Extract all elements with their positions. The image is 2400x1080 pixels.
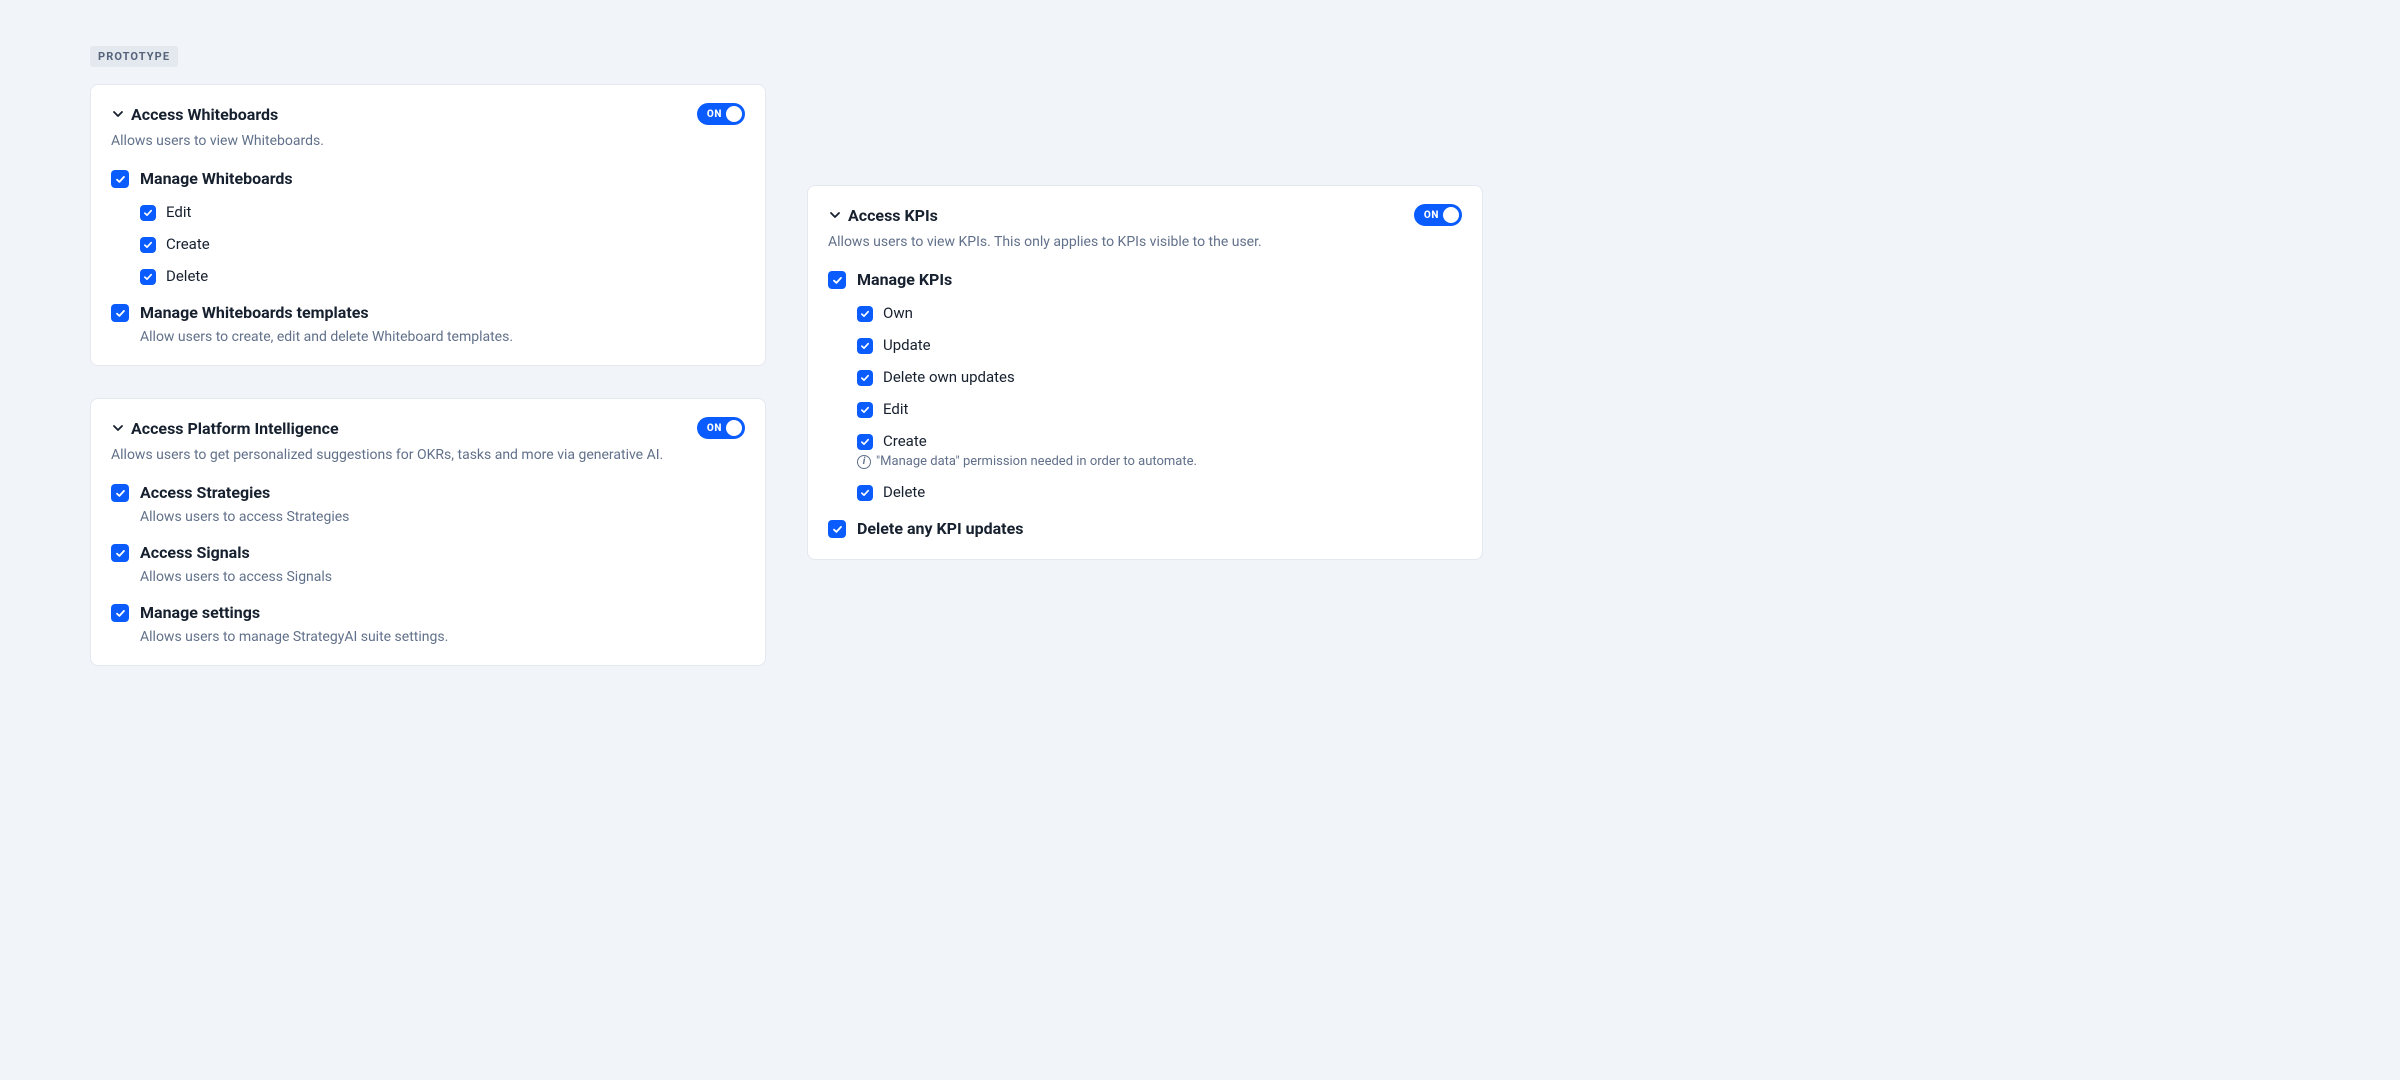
permission-manage-kpis: Manage KPIs Own Update Delete own update… [828,270,1462,501]
toggle-label: ON [707,109,722,120]
toggle-access-whiteboards[interactable]: ON [697,103,745,125]
checkbox[interactable] [857,370,873,386]
sub-permission-edit: Edit [140,203,745,221]
sub-permission-note: "Manage data" permission needed in order… [857,454,1197,469]
checkbox[interactable] [828,271,846,289]
toggle-label: ON [707,423,722,434]
permission-access-strategies: Access Strategies Allows users to access… [111,483,745,525]
checkbox[interactable] [857,402,873,418]
card-description: Allows users to get personalized suggest… [111,447,745,463]
checkbox[interactable] [857,306,873,322]
permission-access-signals: Access Signals Allows users to access Si… [111,543,745,585]
chevron-down-icon[interactable] [111,421,125,435]
sub-permission-update: Update [857,336,1462,354]
permission-body: Manage KPIs Own Update Delete own update… [857,270,1462,501]
permission-manage-whiteboard-templates: Manage Whiteboards templates Allow users… [111,303,745,345]
checkbox[interactable] [857,485,873,501]
toggle-access-kpis[interactable]: ON [1414,204,1462,226]
checkbox[interactable] [140,237,156,253]
card-header: Access Whiteboards ON [111,103,745,125]
permission-manage-whiteboards: Manage Whiteboards Edit Create Delete [111,169,745,285]
toggle-knob [726,420,742,436]
sub-permission-list: Own Update Delete own updates Edit [857,304,1462,501]
sub-permission-label: Edit [883,400,908,418]
checkbox[interactable] [140,269,156,285]
card-description: Allows users to view KPIs. This only app… [828,234,1462,250]
checkbox[interactable] [140,205,156,221]
permission-title: Access Strategies [140,483,745,503]
permission-title: Manage KPIs [857,270,1462,290]
permission-manage-settings: Manage settings Allows users to manage S… [111,603,745,645]
prototype-badge: PROTOTYPE [90,46,178,67]
card-title: Access KPIs [848,206,1408,225]
permission-description: Allows users to manage StrategyAI suite … [140,629,745,645]
permission-list: Manage KPIs Own Update Delete own update… [828,270,1462,539]
chevron-down-icon[interactable] [111,107,125,121]
permission-description: Allows users to access Strategies [140,509,745,525]
checkbox[interactable] [111,544,129,562]
permission-title: Manage settings [140,603,745,623]
toggle-access-platform-intelligence[interactable]: ON [697,417,745,439]
permission-body: Manage settings Allows users to manage S… [140,603,745,645]
checkbox[interactable] [111,484,129,502]
sub-permission-label: Delete own updates [883,368,1015,386]
chevron-down-icon[interactable] [828,208,842,222]
info-icon [857,455,871,469]
card-header: Access KPIs ON [828,204,1462,226]
permission-title: Manage Whiteboards templates [140,303,745,323]
sub-permission-note-text: "Manage data" permission needed in order… [876,454,1197,469]
card-title: Access Platform Intelligence [131,419,691,438]
sub-permission-label: Create [166,235,210,253]
permission-description: Allows users to access Signals [140,569,745,585]
sub-permission-delete: Delete [140,267,745,285]
permission-delete-any-kpi-updates: Delete any KPI updates [828,519,1462,539]
permission-body: Manage Whiteboards templates Allow users… [140,303,745,345]
checkbox[interactable] [111,170,129,188]
sub-permission-label: Delete [883,483,925,501]
permission-list: Manage Whiteboards Edit Create Delete [111,169,745,345]
permission-body: Access Strategies Allows users to access… [140,483,745,525]
sub-permission-label: Own [883,304,913,322]
card-access-whiteboards: Access Whiteboards ON Allows users to vi… [90,84,766,366]
checkbox[interactable] [111,304,129,322]
sub-permission-create: Create "Manage data" permission needed i… [857,432,1462,469]
sub-permission-delete: Delete [857,483,1462,501]
permission-title: Delete any KPI updates [857,519,1462,539]
permission-description: Allow users to create, edit and delete W… [140,329,745,345]
toggle-knob [726,106,742,122]
card-description: Allows users to view Whiteboards. [111,133,745,149]
toggle-label: ON [1424,210,1439,221]
sub-permission-own: Own [857,304,1462,322]
permission-title: Manage Whiteboards [140,169,745,189]
sub-permission-delete-own-updates: Delete own updates [857,368,1462,386]
checkbox[interactable] [857,338,873,354]
checkbox[interactable] [857,434,873,450]
card-title: Access Whiteboards [131,105,691,124]
checkbox[interactable] [111,604,129,622]
sub-permission-label: Update [883,336,931,354]
sub-permission-label: Delete [166,267,208,285]
sub-permission-edit: Edit [857,400,1462,418]
sub-permission-create: Create [140,235,745,253]
toggle-knob [1443,207,1459,223]
checkbox[interactable] [828,520,846,538]
permission-body: Access Signals Allows users to access Si… [140,543,745,585]
sub-permission-label: Edit [166,203,191,221]
permission-title: Access Signals [140,543,745,563]
permission-body: Manage Whiteboards Edit Create Delete [140,169,745,285]
permission-list: Access Strategies Allows users to access… [111,483,745,645]
sub-permission-label: Create [883,432,927,450]
sub-permission-list: Edit Create Delete [140,203,745,285]
card-header: Access Platform Intelligence ON [111,417,745,439]
card-access-platform-intelligence: Access Platform Intelligence ON Allows u… [90,398,766,666]
card-access-kpis: Access KPIs ON Allows users to view KPIs… [807,185,1483,560]
permission-body: Delete any KPI updates [857,519,1462,539]
